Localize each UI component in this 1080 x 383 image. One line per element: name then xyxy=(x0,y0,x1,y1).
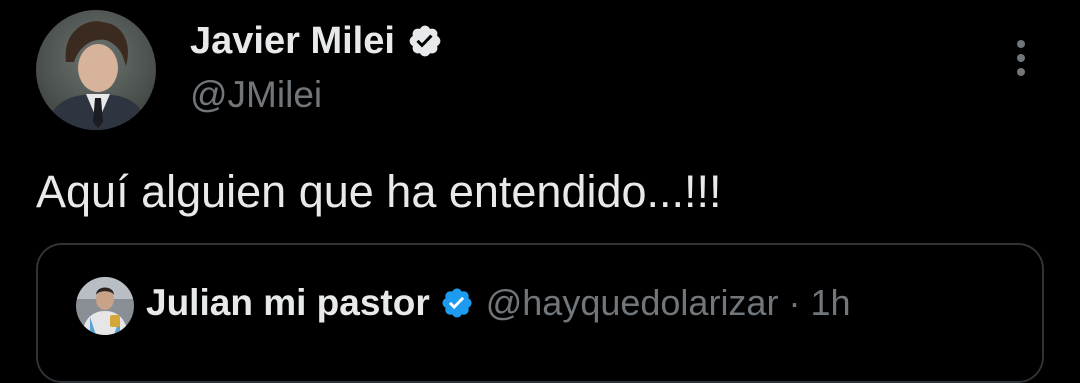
author-avatar[interactable] xyxy=(36,10,156,130)
quoted-header-row: Julian mi pastor @hayquedolarizar · 1h xyxy=(146,281,851,325)
author-display-name[interactable]: Javier Milei xyxy=(190,18,395,64)
verified-badge-icon[interactable] xyxy=(440,286,474,320)
quoted-display-name[interactable]: Julian mi pastor xyxy=(146,281,430,325)
quoted-author-avatar[interactable] xyxy=(76,277,134,335)
separator-dot: · xyxy=(788,282,801,323)
author-name-row: Javier Milei xyxy=(190,18,443,64)
author-handle[interactable]: @JMilei xyxy=(190,72,322,118)
quoted-handle[interactable]: @hayquedolarizar xyxy=(486,281,779,325)
tweet-text: Aquí alguien que ha entendido...!!! xyxy=(36,166,722,217)
verified-badge-icon[interactable] xyxy=(407,23,443,59)
quoted-timestamp[interactable]: 1h xyxy=(810,282,850,324)
quoted-tweet-card[interactable]: Julian mi pastor @hayquedolarizar · 1h xyxy=(36,243,1044,383)
more-options-icon[interactable] xyxy=(1010,38,1032,78)
